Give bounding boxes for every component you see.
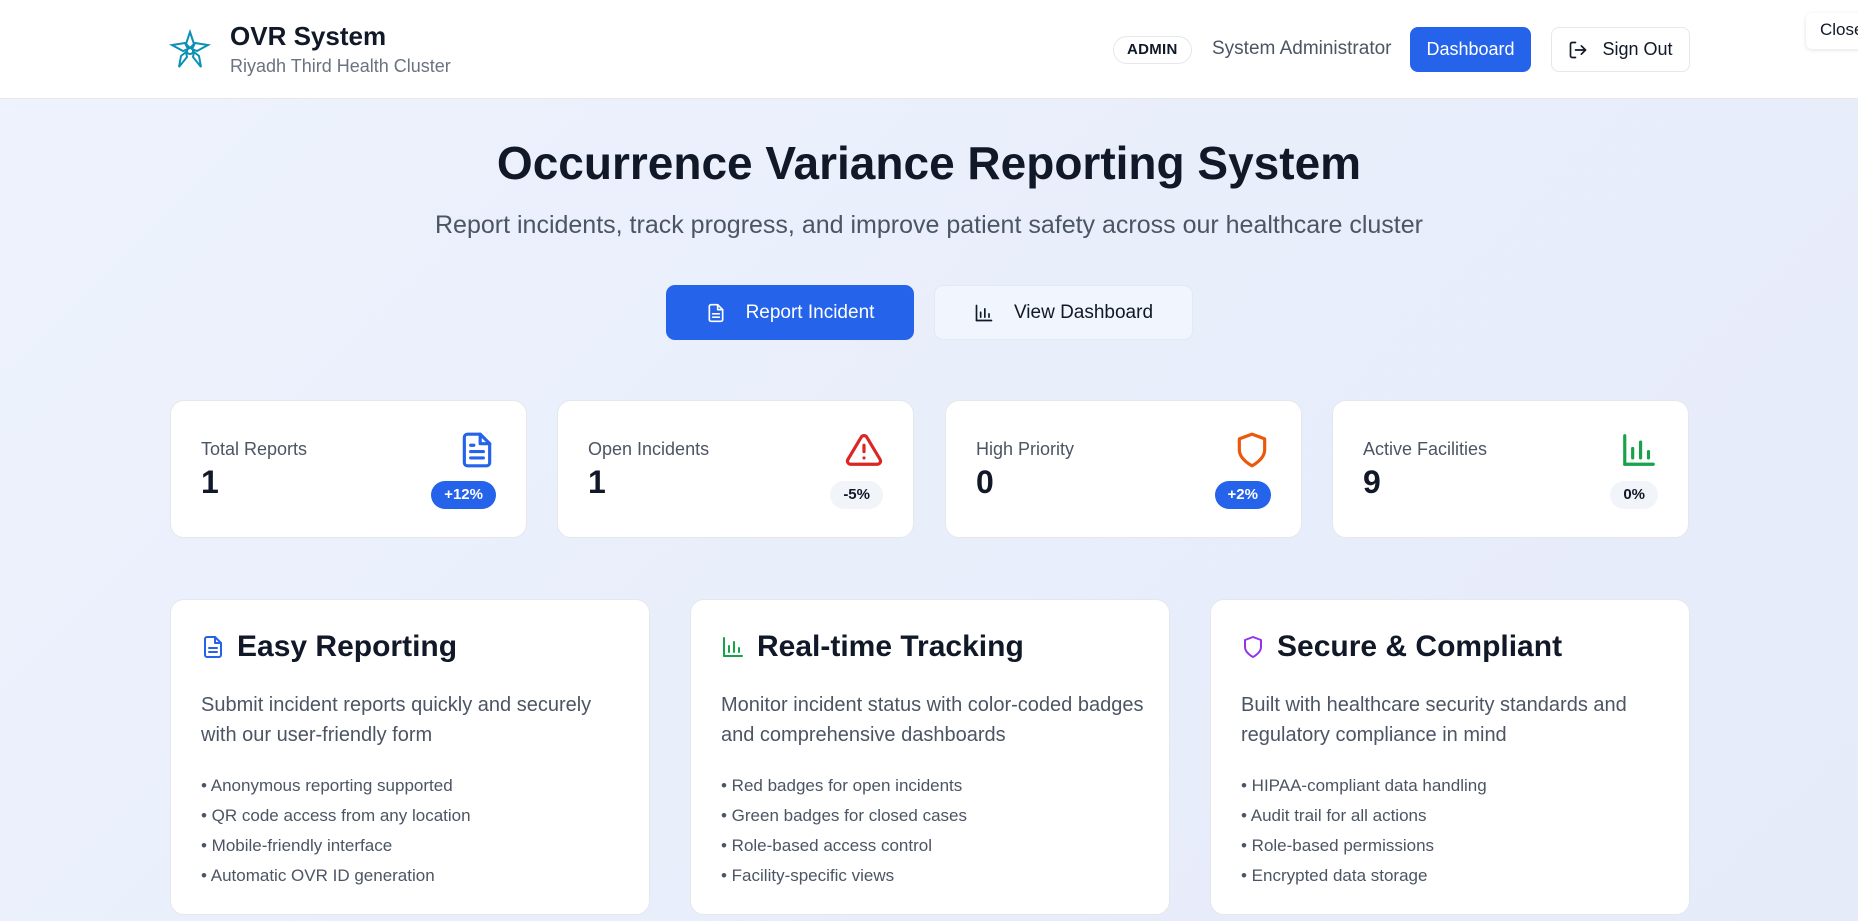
- feature-list: • Red badges for open incidents • Green …: [721, 771, 967, 891]
- list-item: • Green badges for closed cases: [721, 806, 967, 825]
- bar-chart-icon: [1623, 434, 1655, 466]
- feature-card-easy-reporting: Easy Reporting Submit incident reports q…: [170, 599, 650, 915]
- list-item: • Audit trail for all actions: [1241, 806, 1427, 825]
- feature-header: Real-time Tracking: [721, 630, 1024, 664]
- stat-label: Open Incidents: [588, 439, 710, 459]
- page-subtitle: Report incidents, track progress, and im…: [435, 211, 1423, 239]
- user-name: System Administrator: [1212, 38, 1392, 59]
- sign-out-label: Sign Out: [1602, 39, 1673, 59]
- stat-card-high-priority: High Priority 0 +2%: [945, 400, 1302, 538]
- document-icon: [462, 432, 492, 468]
- page-title: Occurrence Variance Reporting System: [496, 137, 1362, 189]
- log-out-icon: [1570, 41, 1587, 58]
- alert-triangle-icon: [845, 434, 883, 466]
- bar-chart-icon: [723, 637, 743, 657]
- brand-title: OVR System: [230, 21, 387, 51]
- stat-change-badge: +2%: [1214, 481, 1271, 509]
- feature-description: Submit incident reports quickly and secu…: [201, 694, 592, 746]
- feature-list: • Anonymous reporting supported • QR cod…: [201, 771, 471, 891]
- stat-change-badge: -5%: [830, 481, 883, 509]
- report-incident-button[interactable]: Report Incident: [666, 285, 914, 340]
- bar-chart-icon: [975, 304, 993, 321]
- list-item: • HIPAA-compliant data handling: [1241, 776, 1487, 795]
- feature-description: Monitor incident status with color-coded…: [721, 694, 1144, 746]
- list-item: • Role-based access control: [721, 836, 932, 855]
- stat-card-active-facilities: Active Facilities 9 0%: [1332, 400, 1689, 538]
- feature-title: Secure & Compliant: [1277, 630, 1563, 663]
- list-item: • Automatic OVR ID generation: [201, 866, 435, 885]
- brand-subtitle: Riyadh Third Health Cluster: [230, 56, 451, 76]
- dashboard-button[interactable]: Dashboard: [1410, 27, 1531, 72]
- list-item: • Anonymous reporting supported: [201, 776, 453, 795]
- top-header: OVR System Riyadh Third Health Cluster A…: [0, 0, 1858, 99]
- list-item: • Facility-specific views: [721, 866, 895, 885]
- feature-title: Real-time Tracking: [757, 630, 1024, 663]
- list-item: • Encrypted data storage: [1241, 866, 1428, 885]
- report-incident-label: Report Incident: [745, 301, 875, 323]
- stat-label: High Priority: [976, 439, 1075, 459]
- view-dashboard-button[interactable]: View Dashboard: [934, 285, 1193, 340]
- stat-label: Total Reports: [201, 439, 308, 459]
- cluster-logo-icon[interactable]: [168, 28, 212, 72]
- stat-value: 9: [1363, 464, 1381, 500]
- stat-card-open-incidents: Open Incidents 1 -5%: [557, 400, 914, 538]
- feature-card-real-time-tracking: Real-time Tracking Monitor incident stat…: [690, 599, 1170, 915]
- feature-header: Secure & Compliant: [1241, 630, 1562, 664]
- feature-title: Easy Reporting: [237, 630, 458, 663]
- role-badge: ADMIN: [1113, 36, 1192, 64]
- sign-out-button[interactable]: Sign Out: [1551, 27, 1690, 72]
- stat-card-total-reports: Total Reports 1 +12%: [170, 400, 527, 538]
- list-item: • Mobile-friendly interface: [201, 836, 393, 855]
- close-button[interactable]: Close: [1806, 13, 1858, 49]
- stat-change-badge: +12%: [431, 481, 496, 509]
- stat-change-badge: 0%: [1610, 481, 1658, 509]
- stat-value: 0: [976, 464, 994, 500]
- list-item: • Role-based permissions: [1241, 836, 1435, 855]
- shield-icon: [1237, 432, 1267, 468]
- stat-value: 1: [588, 464, 606, 500]
- document-icon: [708, 303, 724, 322]
- stat-value: 1: [201, 464, 219, 500]
- feature-card-secure-compliant: Secure & Compliant Built with healthcare…: [1210, 599, 1690, 915]
- view-dashboard-label: View Dashboard: [1013, 301, 1154, 323]
- stat-label: Active Facilities: [1363, 439, 1488, 459]
- feature-list: • HIPAA-compliant data handling • Audit …: [1241, 771, 1487, 891]
- list-item: • QR code access from any location: [201, 806, 471, 825]
- feature-header: Easy Reporting: [201, 630, 457, 664]
- list-item: • Red badges for open incidents: [721, 776, 963, 795]
- dashboard-button-label: Dashboard: [1426, 39, 1515, 59]
- document-icon: [204, 636, 222, 658]
- feature-description: Built with healthcare security standards…: [1241, 694, 1627, 746]
- shield-icon: [1244, 636, 1262, 658]
